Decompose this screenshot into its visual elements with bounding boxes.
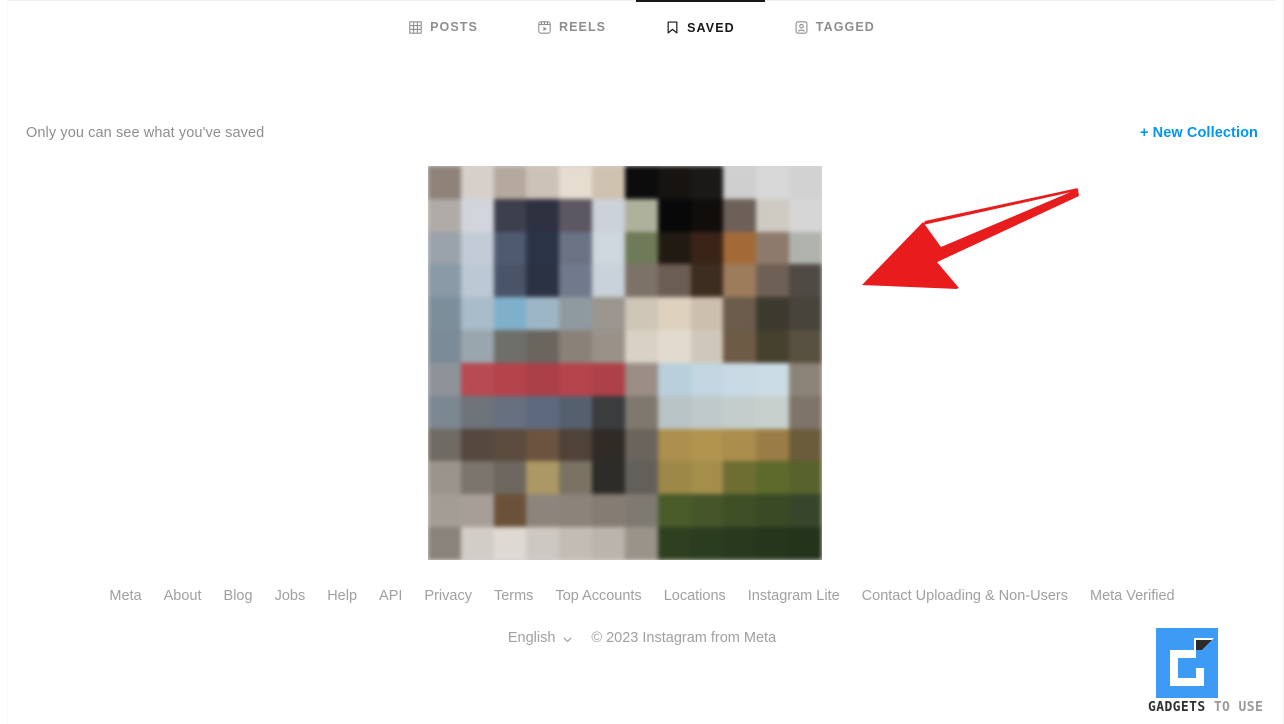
tagged-icon [795, 20, 808, 34]
tab-saved-label: SAVED [687, 20, 735, 35]
footer-link-meta-verified[interactable]: Meta Verified [1079, 588, 1186, 604]
copyright-text: © 2023 Instagram from Meta [591, 630, 777, 646]
watermark-brand-primary: GADGETS [1148, 700, 1206, 715]
language-label: English [507, 630, 556, 646]
footer-link-privacy[interactable]: Privacy [413, 588, 483, 604]
bookmark-icon [666, 21, 679, 34]
profile-tabbar: POSTS REELS SAVED TAGGED [0, 0, 1284, 92]
saved-notice-row: Only you can see what you've saved + New… [0, 118, 1284, 148]
footer-link-top-accounts[interactable]: Top Accounts [544, 588, 652, 604]
new-collection-button[interactable]: + New Collection [1140, 125, 1258, 141]
tab-tagged[interactable]: TAGGED [765, 0, 905, 53]
footer-link-locations[interactable]: Locations [653, 588, 737, 604]
footer-link-api[interactable]: API [368, 588, 413, 604]
instagram-profile-saved-page: POSTS REELS SAVED TAGGED Only you can se… [0, 0, 1284, 724]
footer-link-contact-uploading[interactable]: Contact Uploading & Non-Users [851, 588, 1079, 604]
chevron-down-icon [562, 633, 573, 644]
footer-link-blog[interactable]: Blog [213, 588, 264, 604]
footer-link-help[interactable]: Help [316, 588, 368, 604]
footer-links: Meta About Blog Jobs Help API Privacy Te… [0, 588, 1284, 604]
pixelated-image-mosaic [428, 166, 822, 560]
language-selector[interactable]: English [508, 630, 574, 646]
tab-saved[interactable]: SAVED [636, 0, 765, 53]
tab-posts-label: POSTS [430, 20, 478, 34]
watermark-text: GADGETS TO USE [1148, 700, 1280, 716]
tab-reels[interactable]: REELS [508, 0, 636, 53]
red-arrow-annotation [862, 188, 1079, 289]
grid-icon [409, 20, 422, 34]
tab-posts[interactable]: POSTS [379, 0, 508, 53]
gadgets-logo-icon [1156, 628, 1218, 698]
footer-meta-row: English © 2023 Instagram from Meta [0, 630, 1284, 646]
footer-link-meta[interactable]: Meta [98, 588, 152, 604]
footer-link-terms[interactable]: Terms [483, 588, 544, 604]
footer-link-instagram-lite[interactable]: Instagram Lite [737, 588, 851, 604]
footer-link-about[interactable]: About [153, 588, 213, 604]
reels-icon [538, 20, 551, 34]
page-footer: Meta About Blog Jobs Help API Privacy Te… [0, 588, 1284, 646]
footer-link-jobs[interactable]: Jobs [264, 588, 317, 604]
saved-privacy-note: Only you can see what you've saved [26, 125, 265, 141]
gadgets-to-use-watermark: GADGETS TO USE [1148, 628, 1278, 718]
tab-reels-label: REELS [558, 20, 607, 34]
watermark-brand-secondary: TO USE [1205, 700, 1264, 715]
tab-tagged-label: TAGGED [815, 20, 875, 34]
saved-collection-thumbnail[interactable] [428, 166, 822, 560]
